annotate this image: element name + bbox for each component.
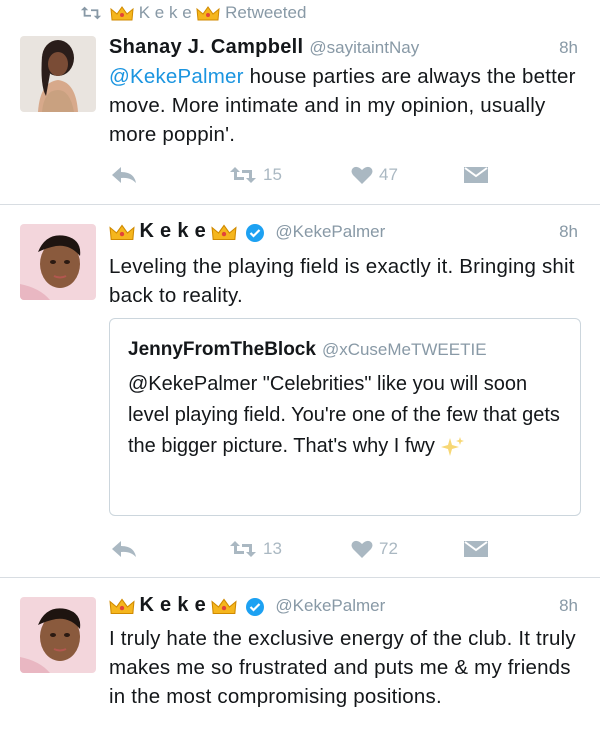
tweet-2[interactable]: K e k e @KekePalmer 8h Leveling the play… <box>0 205 600 577</box>
quoted-tweet-text-content: @KekePalmer "Celebrities" like you will … <box>128 373 560 457</box>
handle[interactable]: @KekePalmer <box>275 222 385 241</box>
display-name[interactable]: K e k e <box>139 594 206 616</box>
timestamp[interactable]: 8h <box>559 38 578 58</box>
tweet-3[interactable]: K e k e @KekePalmer 8h I truly hate the … <box>0 578 600 741</box>
avatar[interactable] <box>20 597 96 673</box>
direct-message-button[interactable] <box>464 160 488 190</box>
tweet-actions: 15 47 <box>109 160 499 190</box>
crown-icon <box>196 5 220 21</box>
tweet-header: Shanay J. Campbell @sayitaintNay 8h <box>109 36 578 64</box>
direct-message-button[interactable] <box>464 534 488 564</box>
retweeter-name[interactable]: K e k e <box>139 3 192 22</box>
tweet-text: Leveling the playing field is exactly it… <box>109 255 575 307</box>
retweet-button[interactable]: 13 <box>229 534 282 564</box>
reply-button[interactable] <box>111 534 137 564</box>
handle[interactable]: @KekePalmer <box>275 596 385 615</box>
avatar[interactable] <box>20 36 96 112</box>
quoted-handle[interactable]: @xCuseMeTWEETIE <box>322 340 487 359</box>
tweet-1[interactable]: Shanay J. Campbell @sayitaintNay 8h @Keke… <box>0 30 600 204</box>
quoted-tweet-header: JennyFromTheBlock @xCuseMeTWEETIE <box>128 339 487 361</box>
retweet-icon <box>80 6 102 20</box>
heart-icon <box>351 166 373 184</box>
tweet-text: I truly hate the exclusive energy of the… <box>109 627 576 708</box>
like-count: 47 <box>379 165 398 184</box>
crown-icon <box>210 598 237 614</box>
tweet-actions: 13 72 <box>109 534 499 564</box>
retweet-count: 15 <box>263 165 282 184</box>
avatar-photo <box>20 597 96 673</box>
retweet-context: K e k e Retweeted <box>0 0 600 30</box>
tweet-text: @KekePalmer house parties are always the… <box>109 62 582 149</box>
quoted-tweet[interactable]: JennyFromTheBlock @xCuseMeTWEETIE @KekePa… <box>109 318 581 516</box>
crown-icon <box>109 224 135 240</box>
crown-icon <box>210 224 237 240</box>
reply-icon <box>112 541 136 557</box>
retweet-icon <box>230 541 256 557</box>
retweet-button[interactable]: 15 <box>229 160 282 190</box>
heart-icon <box>351 540 373 558</box>
quoted-tweet-text: @KekePalmer "Celebrities" like you will … <box>128 369 566 462</box>
retweeted-label: Retweeted <box>225 3 307 22</box>
tweet-header: K e k e @KekePalmer 8h <box>109 220 578 248</box>
like-button[interactable]: 72 <box>351 534 398 564</box>
envelope-icon <box>464 541 488 557</box>
avatar-photo <box>20 36 96 112</box>
retweet-count: 13 <box>263 539 282 558</box>
retweet-icon <box>230 167 256 183</box>
display-name[interactable]: Shanay J. Campbell <box>109 36 303 58</box>
avatar-photo <box>20 224 96 300</box>
tweet-header: K e k e @KekePalmer 8h <box>109 594 578 622</box>
avatar[interactable] <box>20 224 96 300</box>
timestamp[interactable]: 8h <box>559 222 578 242</box>
reply-icon <box>112 167 136 183</box>
sparkles-icon <box>440 436 464 456</box>
display-name[interactable]: K e k e <box>139 220 206 242</box>
like-button[interactable]: 47 <box>351 160 398 190</box>
verified-badge-icon <box>245 597 264 616</box>
crown-icon <box>109 598 135 614</box>
verified-badge-icon <box>245 223 264 242</box>
quoted-display-name[interactable]: JennyFromTheBlock <box>128 339 316 360</box>
reply-button[interactable] <box>111 160 137 190</box>
crown-icon <box>110 5 134 21</box>
envelope-icon <box>464 167 488 183</box>
like-count: 72 <box>379 539 398 558</box>
retweet-context-text: K e k e Retweeted <box>110 3 306 23</box>
timestamp[interactable]: 8h <box>559 596 578 616</box>
mention-link[interactable]: @KekePalmer <box>109 65 244 88</box>
handle[interactable]: @sayitaintNay <box>309 38 419 57</box>
